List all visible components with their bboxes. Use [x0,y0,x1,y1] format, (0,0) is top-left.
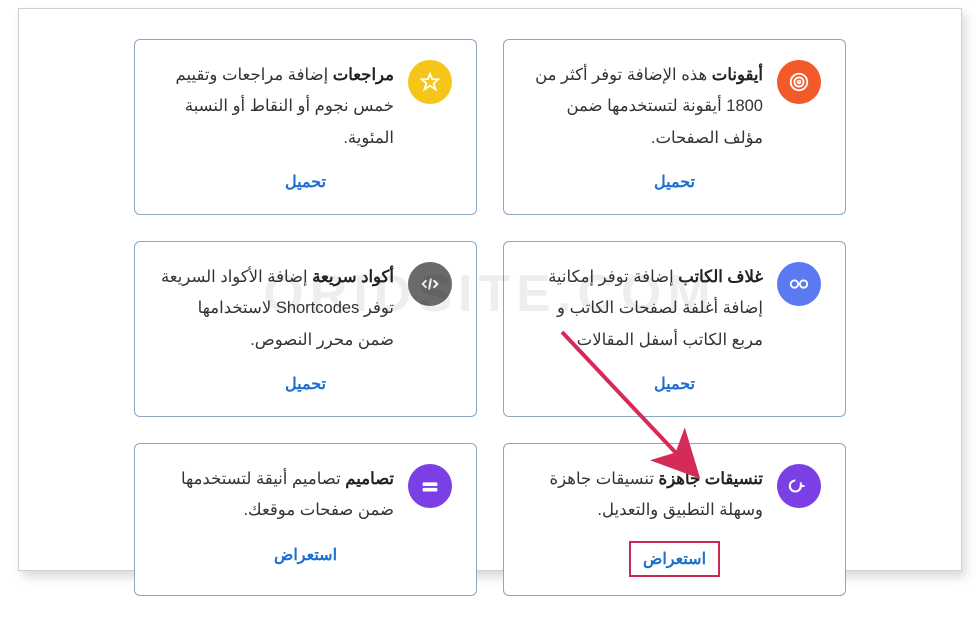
card-text: أيقونات هذه الإضافة توفر أكثر من 1800 أي… [528,60,763,154]
card-text: مراجعات إضافة مراجعات وتقييم خمس نجوم أو… [159,60,394,154]
download-link[interactable]: تحميل [277,370,334,398]
browse-link[interactable]: استعراض [266,541,345,569]
card-text: غلاف الكاتب إضافة توفر إمكانية إضافة أغل… [528,262,763,356]
card-title: غلاف الكاتب [678,268,763,286]
card-title: أيقونات [712,66,763,84]
download-link[interactable]: تحميل [277,168,334,196]
download-link[interactable]: تحميل [646,168,703,196]
card-text: أكواد سريعة إضافة الأكواد السريعة توفر S… [159,262,394,356]
card-reviews: مراجعات إضافة مراجعات وتقييم خمس نجوم أو… [134,39,477,215]
card-title: أكواد سريعة [312,268,394,286]
glasses-icon [777,262,821,306]
card-ready-formats: تنسيقات جاهزة تنسيقات جاهزة وسهلة التطبي… [503,443,846,596]
browse-link-highlighted[interactable]: استعراض [629,541,720,577]
card-author-cover: غلاف الكاتب إضافة توفر إمكانية إضافة أغل… [503,241,846,417]
download-link[interactable]: تحميل [646,370,703,398]
card-icons: أيقونات هذه الإضافة توفر أكثر من 1800 أي… [503,39,846,215]
main-frame: ORIDSITE.COM أيقونات هذه الإضافة توفر أك… [18,8,962,571]
layers-icon [408,464,452,508]
star-icon [408,60,452,104]
card-shortcodes: أكواد سريعة إضافة الأكواد السريعة توفر S… [134,241,477,417]
cards-grid: أيقونات هذه الإضافة توفر أكثر من 1800 أي… [19,9,961,626]
card-designs: تصاميم تصاميم أنيقة لتستخدمها ضمن صفحات … [134,443,477,596]
loop-icon [777,464,821,508]
card-title: تصاميم [345,470,394,488]
card-title: تنسيقات جاهزة [659,470,763,488]
spiral-icon [777,60,821,104]
card-title: مراجعات [333,66,394,84]
card-text: تصاميم تصاميم أنيقة لتستخدمها ضمن صفحات … [159,464,394,527]
code-icon [408,262,452,306]
card-text: تنسيقات جاهزة تنسيقات جاهزة وسهلة التطبي… [528,464,763,527]
